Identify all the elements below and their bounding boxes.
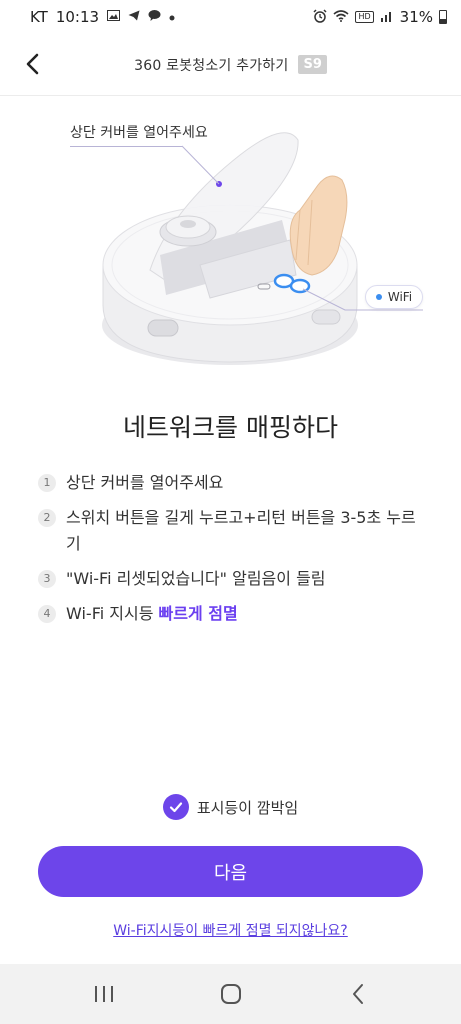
step-number: 2 xyxy=(38,509,56,527)
status-right: HD 31% xyxy=(313,8,447,26)
nav-back-button[interactable] xyxy=(334,970,382,1018)
robot-vacuum-illustration xyxy=(0,100,461,390)
step-number: 1 xyxy=(38,474,56,492)
step-text: 스위치 버튼을 길게 누르고+리턴 버튼을 3-5초 누르기 xyxy=(66,508,416,553)
step-item: 2 스위치 버튼을 길게 누르고+리턴 버튼을 3-5초 누르기 xyxy=(38,505,428,557)
help-link[interactable]: Wi-Fi지시등이 빠르게 점멸 되지않나요? xyxy=(0,920,461,940)
step-highlight: 빠르게 점멸 xyxy=(158,604,238,623)
home-icon xyxy=(220,984,241,1004)
step-text-wrapper: Wi-Fi 지시등 빠르게 점멸 xyxy=(66,601,428,627)
robot-vacuum-image xyxy=(102,132,423,365)
header: 360 로봇청소기 추가하기 S9 xyxy=(0,34,461,96)
back-icon xyxy=(352,984,363,1004)
signal-icon xyxy=(380,10,394,25)
step-list: 1 상단 커버를 열어주세요 2 스위치 버튼을 길게 누르고+리턴 버튼을 3… xyxy=(38,470,428,636)
back-button[interactable] xyxy=(16,48,48,80)
chevron-left-icon xyxy=(26,53,39,75)
step-text: Wi-Fi 지시등 xyxy=(66,604,159,623)
page-title: 360 로봇청소기 추가하기 xyxy=(134,57,289,74)
step-item: 3 "Wi-Fi 리셋되었습니다" 알림음이 들림 xyxy=(38,566,428,592)
gallery-icon xyxy=(107,10,121,24)
step-item: 4 Wi-Fi 지시등 빠르게 점멸 xyxy=(38,601,428,627)
recent-apps-icon xyxy=(94,986,113,1002)
wifi-chip: WiFi xyxy=(365,285,423,309)
carrier-label: KT xyxy=(30,8,48,26)
home-button[interactable] xyxy=(207,970,255,1018)
wifi-chip-label: WiFi xyxy=(387,290,413,304)
confirm-label: 표시등이 깜박임 xyxy=(196,798,299,817)
status-left: KT 10:13 xyxy=(30,8,175,26)
step-text: "Wi-Fi 리셋되었습니다" 알림음이 들림 xyxy=(66,569,326,588)
lid-callout-line xyxy=(70,146,182,147)
dot-icon xyxy=(169,10,175,24)
battery-icon xyxy=(439,10,447,24)
check-circle-icon[interactable] xyxy=(162,794,189,820)
status-bar: KT 10:13 HD 31% xyxy=(0,0,461,34)
step-text: 상단 커버를 열어주세요 xyxy=(66,473,224,492)
step-number: 4 xyxy=(38,605,56,623)
android-nav-bar xyxy=(0,964,461,1024)
time-label: 10:13 xyxy=(55,8,100,26)
step-number: 3 xyxy=(38,570,56,588)
battery-label: 31% xyxy=(399,8,433,26)
wifi-indicator-dot xyxy=(375,294,382,300)
next-button[interactable]: 다음 xyxy=(38,846,423,897)
model-badge: S9 xyxy=(298,55,327,74)
lid-callout-label: 상단 커버를 열어주세요 xyxy=(70,125,208,141)
kakao-icon xyxy=(148,9,161,25)
alarm-icon xyxy=(313,8,327,26)
step-item: 1 상단 커버를 열어주세요 xyxy=(38,470,428,496)
checkmark-icon xyxy=(169,802,182,813)
telegram-icon xyxy=(128,10,140,24)
recent-apps-button[interactable] xyxy=(80,970,128,1018)
blink-confirm-checkbox[interactable]: 표시등이 깜박임 xyxy=(0,794,461,820)
hd-icon: HD xyxy=(355,11,374,23)
wifi-icon xyxy=(333,9,349,25)
section-title: 네트워크를 매핑하다 xyxy=(123,413,338,442)
